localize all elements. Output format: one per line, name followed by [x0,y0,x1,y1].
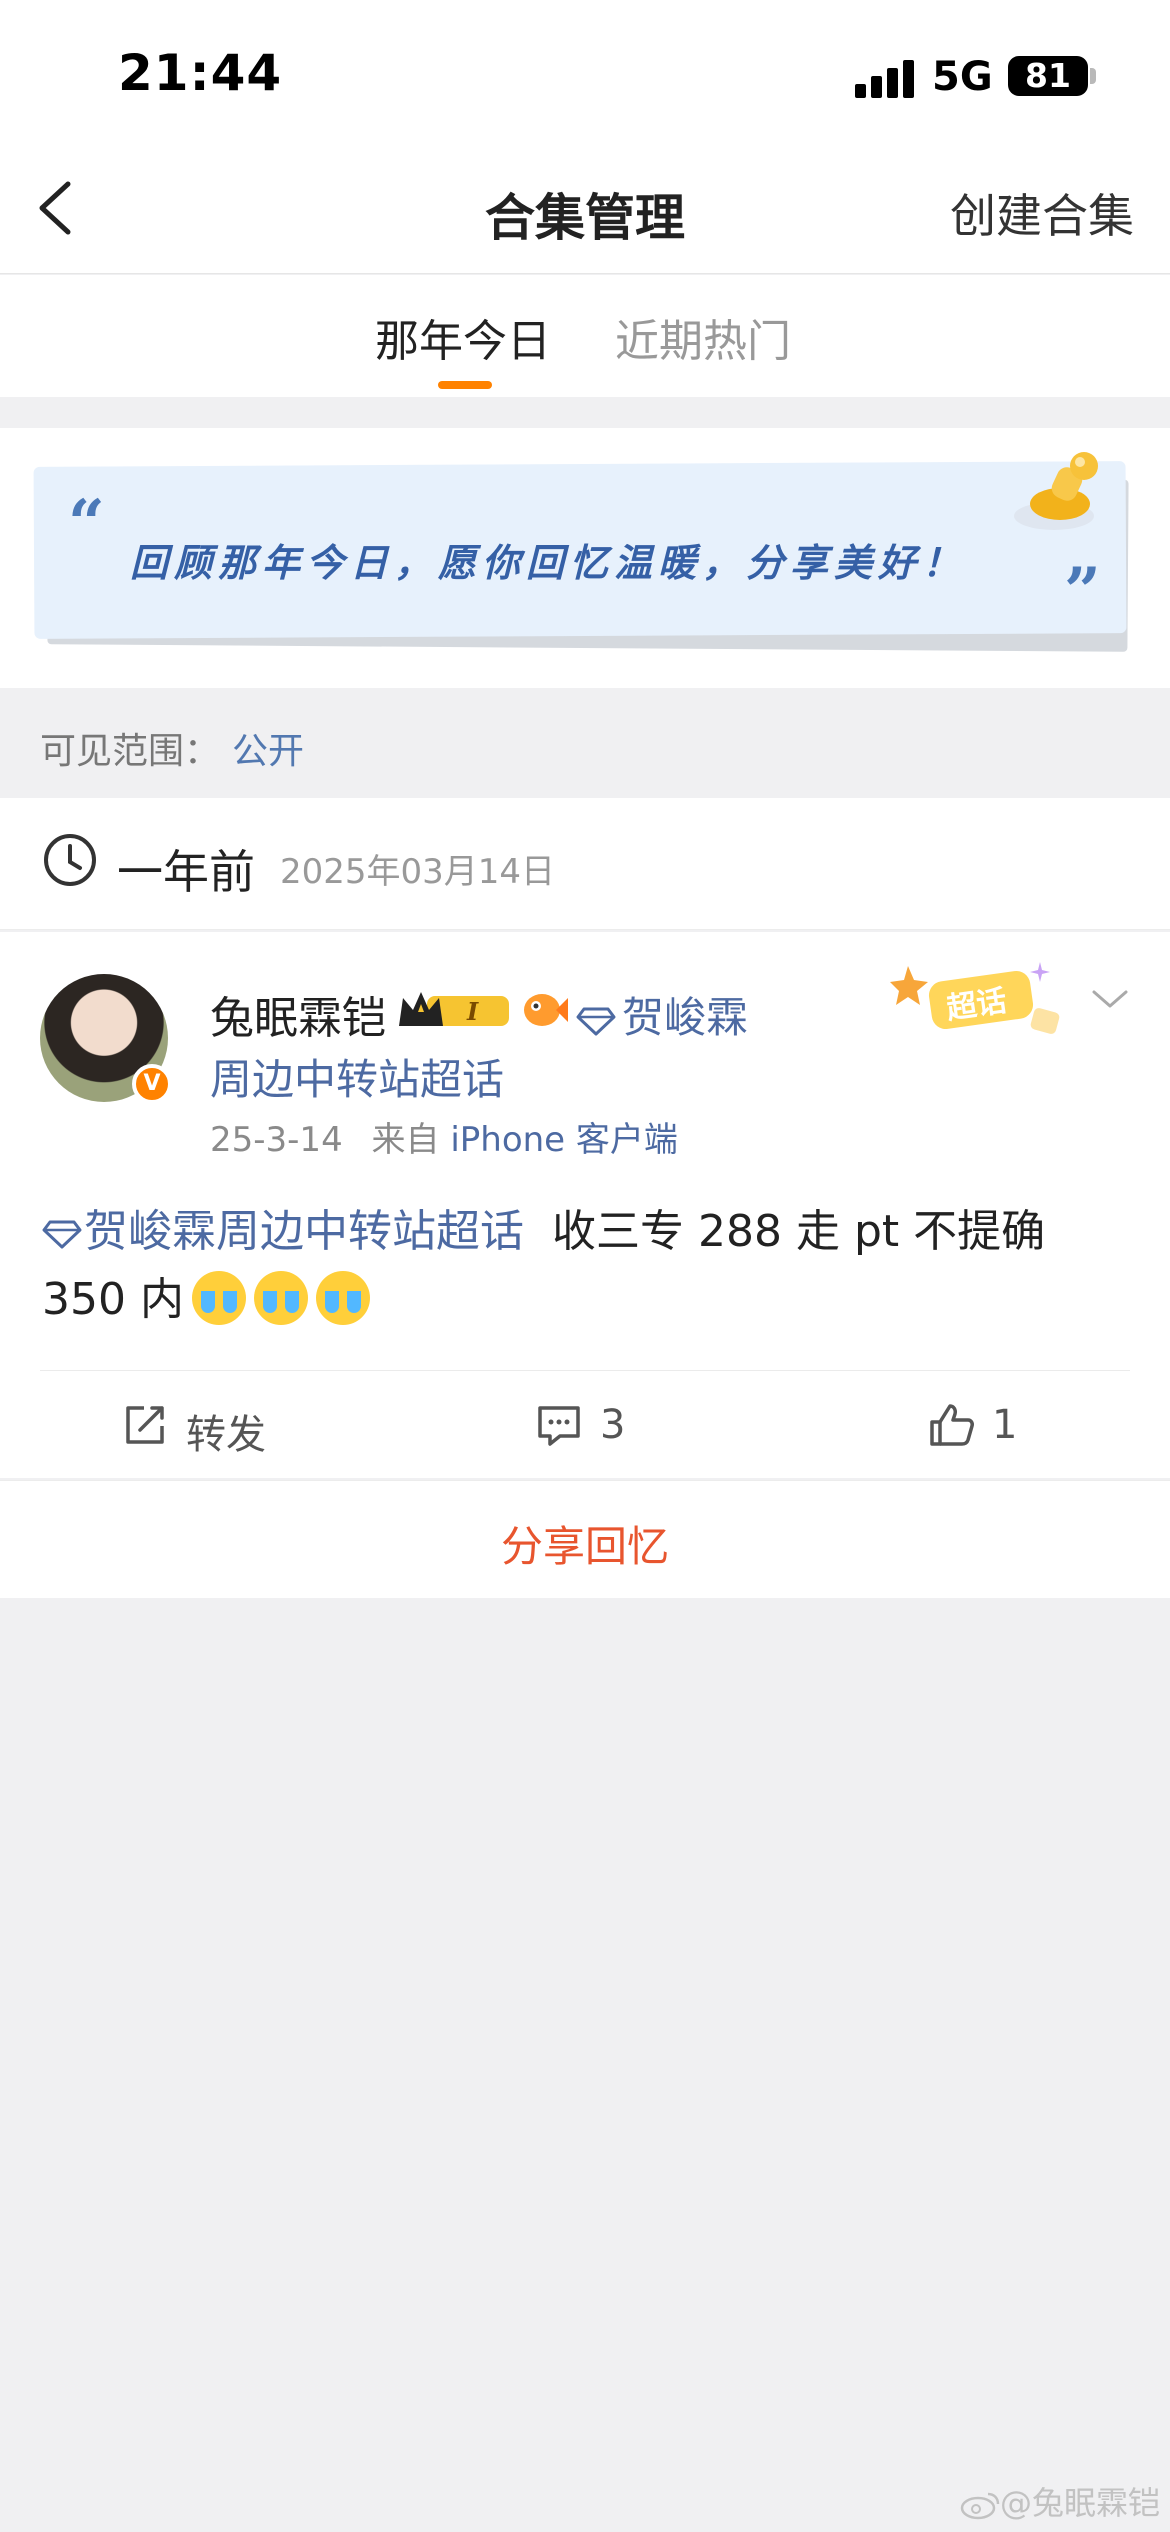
post-topic-line2[interactable]: 周边中转站超话 [210,1046,504,1107]
weibo-logo-icon [960,2492,1000,2520]
card-divider [40,1370,1130,1371]
visibility-value[interactable]: 公开 [232,722,304,774]
visibility-row[interactable]: 可见范围： 公开 [0,690,1170,796]
banner-text: 回顾那年今日，愿你回忆温暖，分享美好！ [130,541,967,585]
open-quote-icon: “ [68,486,105,561]
crying-emoji-icon [315,1271,370,1325]
visibility-label: 可见范围： [40,731,221,772]
tab-bar: 那年今日 近期热门 [0,275,1170,397]
content-topic-link[interactable]: 贺峻霖周边中转站超话 [84,1206,524,1257]
watermark: @兔眠霖铠 [960,2478,1160,2524]
post-source: iPhone 客户端 [450,1120,678,1160]
chaohua-badge[interactable]: 超话 [890,956,1070,1056]
post-from: 来自 [371,1120,440,1160]
signal-icon [855,58,915,98]
post-meta: 25-3-14 来自 iPhone 客户端 [210,1112,678,1161]
topic-diamond-icon [576,1007,616,1035]
post-date: 25-3-14 [210,1120,343,1160]
post-topic-line1[interactable]: 贺峻霖 [622,993,748,1042]
tab-recent-hot[interactable]: 近期热门 [615,305,791,369]
memory-banner: “ 回顾那年今日，愿你回忆温暖，分享美好！ ” [0,428,1170,688]
post-username[interactable]: 兔眠霖铠 [210,982,386,1046]
chaohua-badge-icon: 超话 [890,962,1060,1034]
content-diamond-icon [42,1220,82,1249]
fish-badge-icon [524,994,568,1026]
comment-count: 3 [600,1402,626,1448]
network-type: 5G [932,54,993,100]
active-tab-indicator [438,381,492,389]
nav-bar: 合集管理 创建合集 [0,140,1170,274]
post-content: 贺峻霖周边中转站超话 收三专 288 走 pt 不提确 350 内 [42,1198,1132,1334]
status-time: 21:44 [118,44,283,102]
share-memory-button[interactable]: 分享回忆 [0,1480,1170,1598]
badge-level: I [466,997,479,1026]
crying-emoji-icon [253,1271,308,1325]
battery-cap [1090,68,1096,84]
close-quote-icon: ” [1064,554,1101,629]
post-topic-link[interactable]: 贺峻霖 [576,984,748,1045]
like-count: 1 [992,1402,1018,1448]
pushpin-icon [1014,452,1098,530]
time-ago: 一年前 [117,845,255,899]
verified-badge: V [132,1064,172,1104]
post-actions: 转发 3 1 [0,1372,1170,1476]
memory-date: 2025年03月14日 [280,852,556,892]
create-collection-button[interactable]: 创建合集 [950,180,1134,246]
thumbs-up-icon [930,1404,974,1446]
memory-time-header: 一年前 2025年03月14日 [0,798,1170,930]
repost-icon [126,1406,164,1444]
tab-on-this-day[interactable]: 那年今日 [375,305,551,369]
post-card[interactable]: V 兔眠霖铠 I 贺峻霖 周边中转站超话 25-3-14 来自 iPhone 客… [0,932,1170,1478]
battery-icon: 81 [1008,56,1088,96]
status-bar: 21:44 5G 81 [0,0,1170,140]
vip-crown-icon: I [399,992,509,1026]
repost-label: 转发 [186,1412,266,1458]
comment-icon [538,1406,580,1446]
share-memory-label: 分享回忆 [500,1522,669,1571]
watermark-text: @兔眠霖铠 [1000,2484,1161,2522]
clock-icon [44,834,96,886]
chevron-down-icon[interactable] [1090,984,1130,1014]
crying-emoji-icon [191,1271,246,1325]
